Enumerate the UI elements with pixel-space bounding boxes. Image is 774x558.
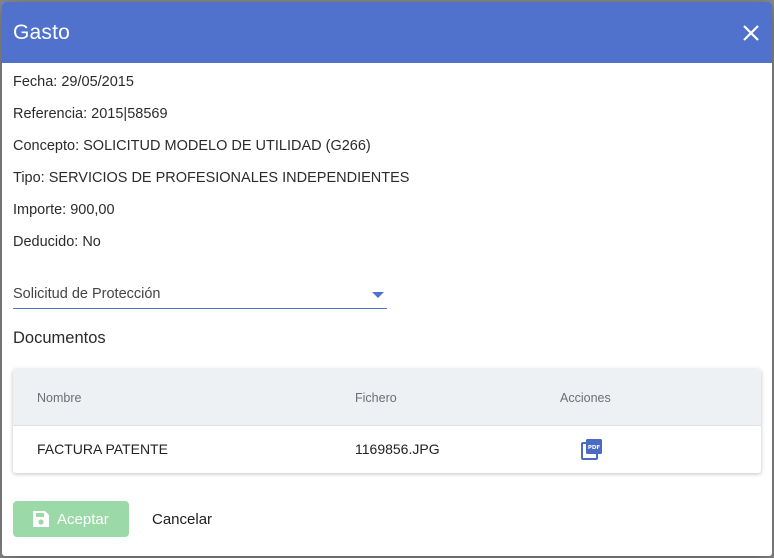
dropdown-arrow-icon — [372, 292, 384, 298]
dialog-title: Gasto — [13, 21, 71, 44]
deducido-field: Deducido: No — [13, 234, 101, 250]
table-row: FACTURA PATENTE 1169856.JPG PDF — [13, 426, 761, 473]
referencia-field: Referencia: 2015|58569 — [13, 106, 168, 122]
importe-field: Importe: 900,00 — [13, 202, 115, 218]
column-header-nombre[interactable]: Nombre — [37, 391, 81, 405]
proteccion-select[interactable]: Solicitud de Protección — [13, 284, 387, 309]
tipo-field: Tipo: SERVICIOS DE PROFESIONALES INDEPEN… — [13, 170, 410, 186]
documents-title: Documentos — [13, 329, 106, 347]
concepto-field: Concepto: SOLICITUD MODELO DE UTILIDAD (… — [13, 138, 371, 154]
accept-label: Aceptar — [57, 511, 109, 528]
pdf-icon[interactable]: PDF — [581, 438, 603, 460]
cell-fichero: 1169856.JPG — [355, 441, 440, 457]
cancel-button[interactable]: Cancelar — [142, 501, 222, 537]
accept-button[interactable]: Aceptar — [13, 501, 129, 537]
cell-nombre: FACTURA PATENTE — [37, 441, 168, 457]
expense-dialog: Gasto Fecha: 29/05/2015 Referencia: 2015… — [2, 2, 772, 556]
dialog-header: Gasto — [2, 2, 772, 63]
table-header: Nombre Fichero Acciones — [13, 369, 761, 426]
fecha-field: Fecha: 29/05/2015 — [13, 74, 134, 90]
save-icon — [33, 511, 49, 527]
select-value: Solicitud de Protección — [13, 286, 161, 302]
svg-text:PDF: PDF — [588, 445, 601, 451]
column-header-acciones: Acciones — [560, 391, 611, 405]
cancel-label: Cancelar — [152, 511, 213, 528]
documents-table: Nombre Fichero Acciones FACTURA PATENTE … — [13, 369, 761, 473]
close-icon[interactable] — [741, 23, 761, 43]
column-header-fichero[interactable]: Fichero — [355, 391, 397, 405]
